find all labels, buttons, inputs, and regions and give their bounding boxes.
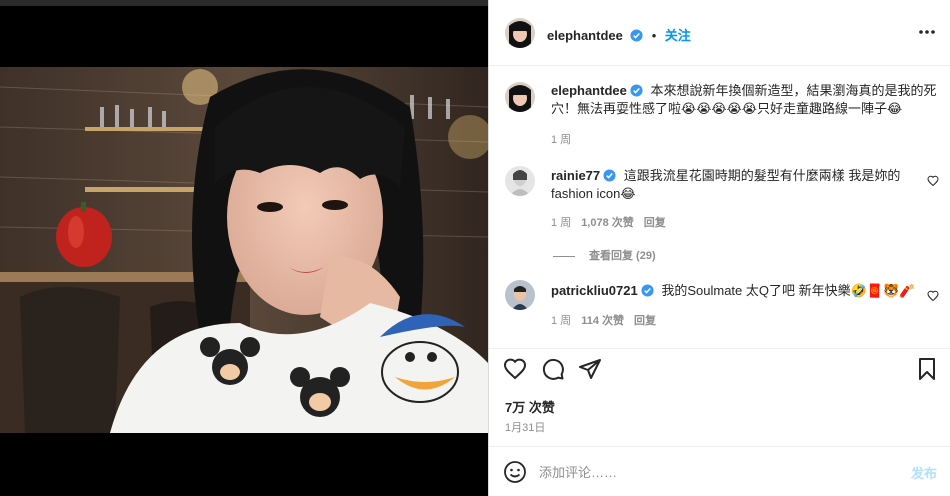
comments-list[interactable]: elephantdee 本來想說新年換個新造型，結果瀏海真的是我的死穴！無法再耍… [489, 66, 950, 348]
more-options-icon[interactable] [917, 24, 937, 40]
author-username[interactable]: elephantdee [547, 28, 623, 43]
add-comment-bar: 发布 [489, 446, 950, 496]
heart-icon[interactable] [503, 357, 527, 381]
reply-button[interactable]: 回复 [644, 217, 666, 229]
bookmark-icon[interactable] [915, 357, 939, 381]
verified-badge-icon [630, 29, 643, 42]
browser-top-strip [0, 0, 488, 6]
comment-like-heart-icon[interactable] [927, 175, 939, 187]
header-author-row: elephantdee • 关注 [547, 25, 691, 43]
verified-badge-icon [630, 84, 643, 97]
post-media-area [0, 0, 488, 496]
post-header: elephantdee • 关注 [489, 0, 950, 66]
caption-text-block: elephantdee 本來想說新年換個新造型，結果瀏海真的是我的死穴！無法再耍… [551, 82, 937, 118]
comment-like-heart-icon[interactable] [927, 290, 939, 302]
emoji-icon[interactable] [503, 460, 527, 484]
comment-username[interactable]: rainie77 [551, 168, 600, 183]
post-comment-button[interactable]: 发布 [911, 463, 937, 482]
commenter-avatar[interactable] [505, 280, 535, 310]
post-details-panel: elephantdee • 关注 elephantdee 本來想說新年換個新造型… [488, 0, 950, 496]
comment-likes[interactable]: 1,078 次赞 [581, 217, 634, 229]
comment-meta: 1 周 1,078 次赞 回复 [551, 214, 666, 230]
comment-text-block: patrickliu0721 我的Soulmate 太Q了吧 新年快樂🤣🧧🐯🧨 [551, 282, 921, 300]
replies-divider-line [553, 255, 575, 257]
view-replies-row[interactable]: 查看回复 (29) [553, 247, 656, 263]
caption-time: 1 周 [551, 134, 572, 146]
comment-username[interactable]: patrickliu0721 [551, 283, 638, 298]
comment-input[interactable] [539, 461, 859, 483]
comment-text: 我的Soulmate 太Q了吧 新年快樂🤣🧧🐯🧨 [661, 283, 916, 298]
caption-username[interactable]: elephantdee [551, 83, 627, 98]
comment-time: 1 周 [551, 217, 572, 229]
comment-text-block: rainie77 這跟我流星花園時期的髮型有什麼兩樣 我是妳的fashion i… [551, 167, 921, 203]
likes-count[interactable]: 7万 次赞 [505, 397, 555, 416]
dot-separator: • [651, 28, 657, 43]
comment-icon[interactable] [541, 357, 565, 381]
post-date: 1月31日 [505, 422, 546, 434]
comment-likes[interactable]: 114 次赞 [581, 315, 624, 327]
share-icon[interactable] [578, 357, 602, 381]
verified-badge-icon [603, 169, 616, 182]
reply-button[interactable]: 回复 [634, 315, 656, 327]
view-replies-button[interactable]: 查看回复 (29) [589, 250, 656, 262]
follow-button[interactable]: 关注 [665, 28, 691, 43]
commenter-avatar[interactable] [505, 166, 535, 196]
comment-meta: 1 周 114 次赞 回复 [551, 312, 656, 328]
post-photo[interactable] [0, 67, 488, 433]
verified-badge-icon [641, 284, 654, 297]
comment-time: 1 周 [551, 315, 572, 327]
post-actions-bar: 7万 次赞 1月31日 [489, 348, 950, 446]
caption-author-avatar[interactable] [505, 82, 535, 112]
author-avatar[interactable] [505, 18, 535, 48]
